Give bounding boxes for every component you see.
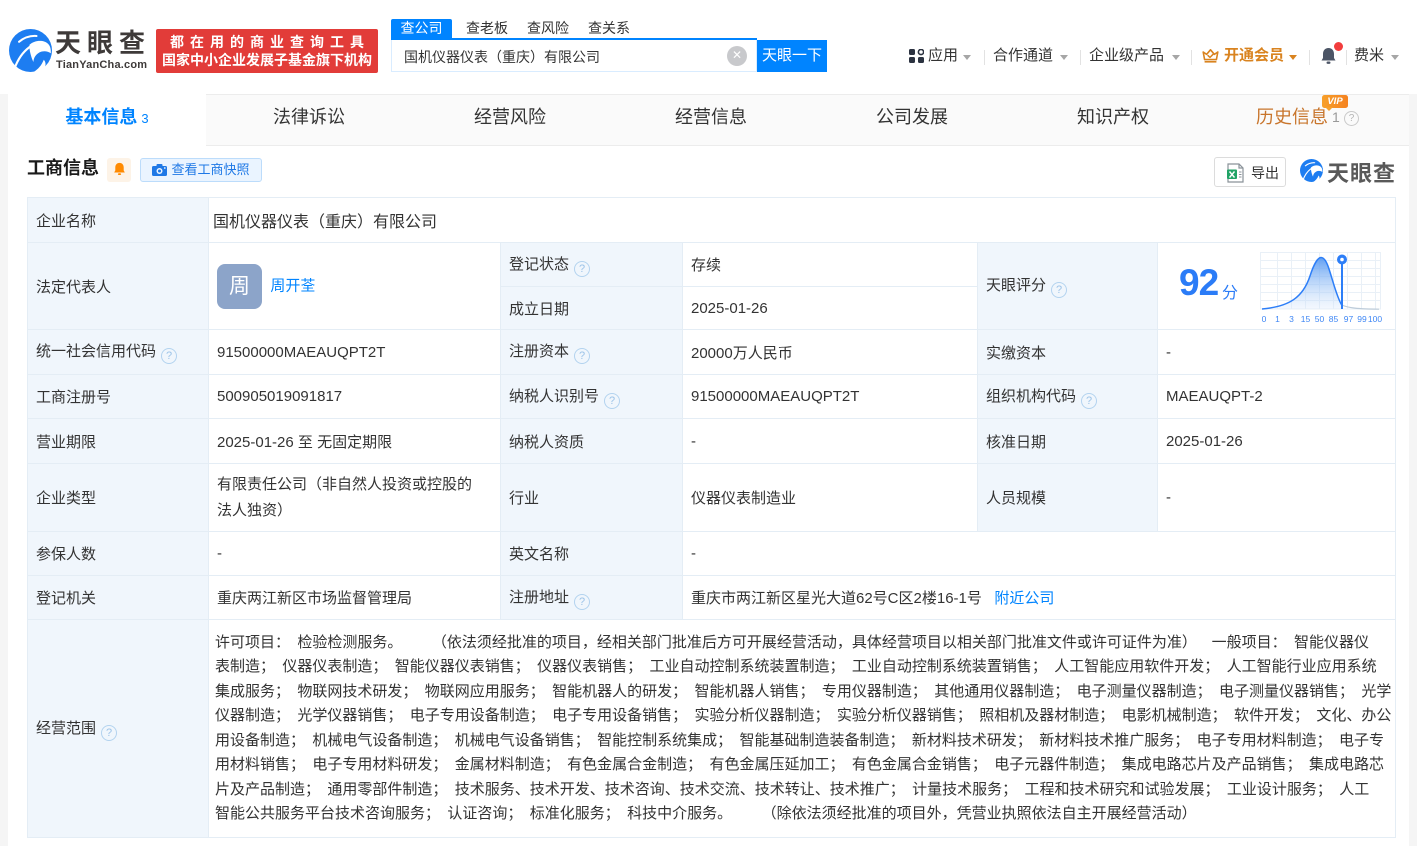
- svg-text:99: 99: [1357, 314, 1367, 324]
- svg-text:3: 3: [1289, 314, 1294, 324]
- svg-text:0: 0: [1262, 314, 1267, 324]
- svg-text:100: 100: [1368, 314, 1382, 324]
- svg-text:1: 1: [1275, 314, 1280, 324]
- svg-text:97: 97: [1344, 314, 1354, 324]
- svg-text:85: 85: [1329, 314, 1339, 324]
- svg-text:15: 15: [1301, 314, 1311, 324]
- svg-text:50: 50: [1315, 314, 1325, 324]
